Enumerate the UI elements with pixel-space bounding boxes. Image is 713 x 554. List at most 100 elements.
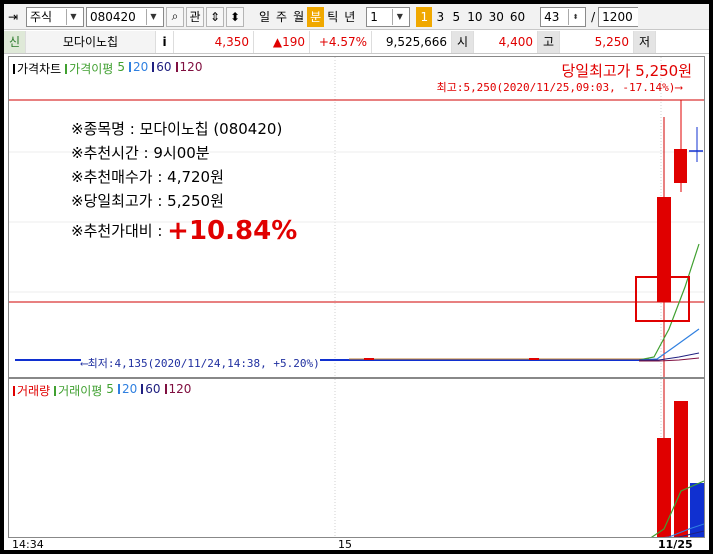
legend-mark	[117, 384, 120, 394]
toolbar: ⇥ 주식 ▼ 080420 ▼ ⌕ 관 ⇕ ⬍ 일 주 월 분 틱 년 1 ▼ …	[4, 4, 709, 30]
period-year[interactable]: 년	[341, 7, 358, 27]
interval-30[interactable]: 30	[486, 7, 507, 27]
candle	[364, 358, 374, 360]
legend-volume-ma5[interactable]: 5	[106, 382, 114, 399]
spin-button[interactable]: ⬍	[226, 6, 244, 27]
candle-up	[674, 149, 687, 183]
x-tick-label: 14:34	[12, 538, 44, 550]
legend-ma[interactable]: 가격이평	[65, 60, 113, 77]
x-tick-label: 11/25	[658, 538, 693, 550]
legend-volume[interactable]: 거래량	[13, 382, 50, 399]
x-tick-label: 15	[338, 538, 352, 550]
price-legend: 가격차트 가격이평 5 20 60 120	[13, 60, 202, 77]
legend-ma60[interactable]: 60	[152, 60, 172, 77]
legend-mark	[164, 384, 167, 394]
volume-value: 9,525,666	[372, 30, 452, 53]
low-detail-label: ⟵최저:4,135(2020/11/24,14:38, +5.20%)	[81, 355, 320, 371]
legend-mark	[175, 62, 178, 72]
volume-chart-panel[interactable]: 거래량 거래이평 5 20 60 120	[8, 378, 705, 538]
credit-badge: 신	[4, 30, 26, 53]
stock-code-input[interactable]: 080420 ▼	[86, 6, 164, 27]
info-daily-high: ※당일최고가 : 5,250원	[71, 192, 224, 210]
high-price: 5,250	[560, 30, 634, 53]
chevron-down-icon[interactable]: ▼	[146, 8, 160, 25]
volume-bar-up	[657, 438, 671, 537]
info-stock-name: ※종목명 : 모다이노칩 (080420)	[71, 120, 283, 138]
legend-ma-label: 가격이평	[69, 62, 114, 76]
legend-mark	[13, 386, 15, 396]
interval-60[interactable]: 60	[507, 7, 528, 27]
watch-button[interactable]: 관	[186, 6, 204, 27]
legend-ma120-label: 120	[179, 60, 203, 74]
period-tick[interactable]: 틱	[324, 7, 341, 27]
chevron-down-icon[interactable]: ▼	[392, 8, 406, 25]
chevron-down-icon[interactable]: ▼	[66, 8, 80, 25]
legend-mark	[13, 64, 15, 74]
period-week[interactable]: 주	[273, 7, 290, 27]
legend-ma20-label: 20	[132, 60, 149, 74]
info-gain-value: +10.84%	[167, 216, 298, 246]
interval-select[interactable]: 1 ▼	[366, 6, 411, 27]
count-stepper[interactable]: 43 ⬍	[540, 6, 587, 27]
volume-legend: 거래량 거래이평 5 20 60 120	[13, 382, 191, 399]
info-buy-price: ※추천매수가 : 4,720원	[71, 168, 224, 186]
legend-volume-ma[interactable]: 거래이평	[54, 382, 102, 399]
legend-volume-ma20[interactable]: 20	[117, 382, 138, 399]
ma20-line	[638, 328, 700, 361]
period-minute[interactable]: 분	[307, 6, 325, 27]
info-gain-label: ※추천가대비 :	[71, 222, 168, 240]
legend-price-chart[interactable]: 가격차트	[13, 60, 61, 77]
interval-5[interactable]: 5	[448, 7, 464, 27]
chart-window: ⇥ 주식 ▼ 080420 ▼ ⌕ 관 ⇕ ⬍ 일 주 월 분 틱 년 1 ▼ …	[4, 4, 709, 550]
sort-button[interactable]: ⇕	[206, 6, 224, 27]
interval-10[interactable]: 10	[464, 7, 485, 27]
count-value: 43	[544, 9, 560, 24]
legend-volume-ma60[interactable]: 60	[141, 382, 161, 399]
legend-ma120[interactable]: 120	[175, 60, 203, 77]
period-day[interactable]: 일	[256, 7, 273, 27]
volume-bar-up	[674, 401, 688, 537]
price-chart-panel[interactable]: 가격차트 가격이평 5 20 60 120 당일최고가 5,250원 최고:5,…	[8, 56, 705, 378]
high-detail-label: 최고:5,250(2020/11/25,09:03, -17.14%)⟶	[436, 81, 682, 94]
recommendation-info: ※종목명 : 모다이노칩 (080420) ※추천시간 : 9시00분 ※추천매…	[71, 117, 298, 246]
count-separator: /	[591, 9, 596, 24]
interval-value: 1	[370, 9, 378, 24]
legend-mark	[128, 62, 131, 72]
quote-bar: 신 모다이노칩 i 4,350 ▲190 +4.57% 9,525,666 시 …	[4, 30, 709, 54]
market-type-value: 주식	[30, 10, 53, 24]
spin-icon: ⬍	[229, 9, 241, 24]
open-price: 4,400	[474, 30, 538, 53]
legend-volume-ma120-label: 120	[168, 382, 192, 396]
legend-mark	[141, 384, 144, 394]
high-label: 고	[538, 30, 560, 53]
legend-volume-ma20-label: 20	[121, 382, 138, 396]
time-axis: 14:34 15 11/25	[8, 538, 705, 550]
legend-mark	[65, 64, 68, 74]
legend-ma5[interactable]: 5	[117, 60, 125, 77]
search-button[interactable]: ⌕	[166, 6, 184, 27]
interval-1[interactable]: 1	[416, 6, 433, 27]
search-icon: ⌕	[171, 9, 179, 23]
daily-high-annotation: 당일최고가 5,250원	[561, 62, 692, 80]
volume-bar-down	[690, 483, 704, 537]
low-label: 저	[634, 30, 656, 53]
legend-volume-ma60-label: 60	[145, 382, 161, 396]
total-count-input[interactable]: 1200	[598, 6, 639, 27]
legend-volume-ma120[interactable]: 120	[164, 382, 192, 399]
info-icon[interactable]: i	[156, 30, 174, 53]
open-label: 시	[452, 30, 474, 53]
legend-ma20[interactable]: 20	[128, 60, 149, 77]
period-month[interactable]: 월	[290, 7, 307, 27]
legend-price-chart-label: 가격차트	[17, 62, 62, 76]
current-price: 4,350	[174, 30, 254, 53]
stepper-icon[interactable]: ⬍	[568, 8, 582, 25]
stock-name[interactable]: 모다이노칩	[26, 30, 156, 53]
price-change: ▲190	[254, 30, 310, 53]
info-recommend-time: ※추천시간 : 9시00분	[71, 144, 210, 162]
market-type-select[interactable]: 주식 ▼	[26, 6, 84, 27]
legend-volume-ma-label: 거래이평	[58, 384, 103, 398]
interval-3[interactable]: 3	[432, 7, 448, 27]
up-down-icon: ⇕	[209, 9, 221, 24]
arrow-link-icon[interactable]: ⇥	[8, 10, 22, 24]
candle-large-up	[657, 197, 671, 302]
